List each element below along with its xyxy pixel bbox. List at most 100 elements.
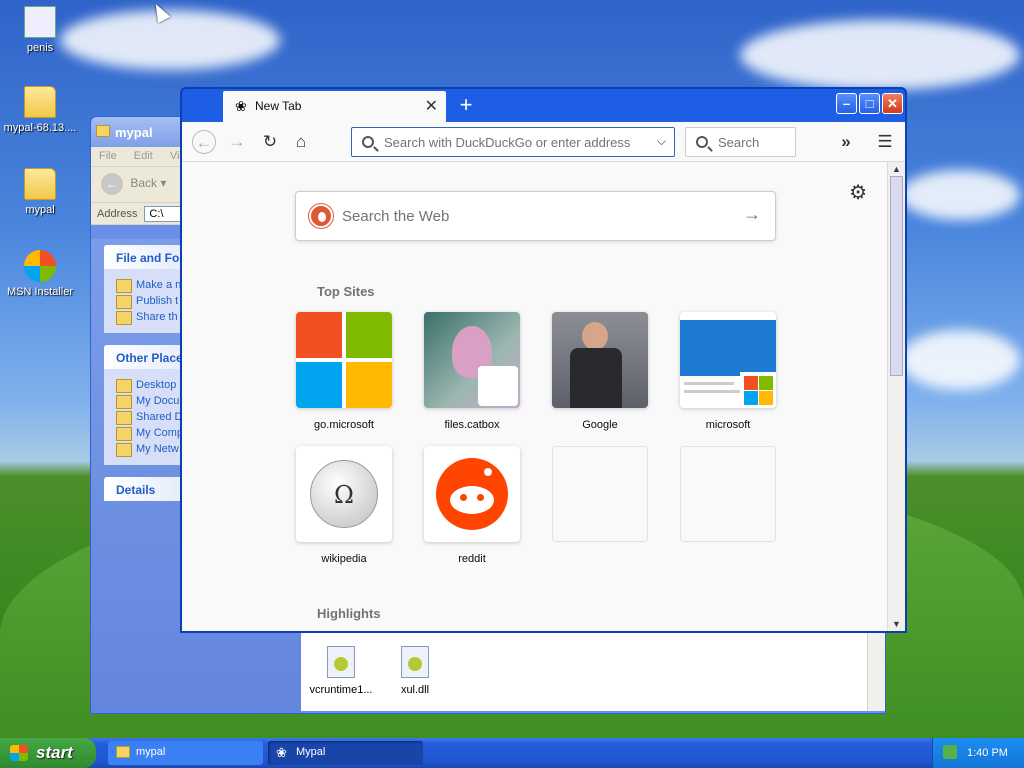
site-label: reddit — [458, 553, 486, 565]
desktop-icon-label: mypal-68.13.... — [3, 122, 77, 134]
empty-thumbnail — [680, 446, 776, 542]
duckduckgo-logo-icon — [309, 204, 333, 228]
taskbar-item-mypal-folder[interactable]: mypal — [108, 741, 263, 765]
wallpaper-cloud — [900, 170, 1020, 220]
scroll-up-icon[interactable]: ▲ — [892, 164, 901, 174]
folder-icon — [96, 125, 110, 137]
close-window-button[interactable]: ✕ — [882, 93, 903, 114]
desktop-icon-mypal-folder[interactable]: mypal — [0, 168, 80, 216]
dll-file-icon — [327, 646, 355, 678]
zip-file-icon — [24, 86, 56, 118]
maximize-button[interactable]: □ — [859, 93, 880, 114]
top-site-placeholder — [552, 446, 648, 542]
microsoft-logo-icon — [740, 372, 776, 408]
top-site-tile[interactable]: files.catbox — [424, 312, 520, 431]
file-name: xul.dll — [400, 684, 430, 696]
highlights-heading: Highlights — [317, 606, 381, 621]
back-arrow-icon[interactable]: ← — [192, 130, 216, 154]
search-input[interactable]: Search — [685, 127, 796, 157]
desktop-icon-penis[interactable]: penis — [0, 6, 80, 54]
url-placeholder: Search with DuckDuckGo or enter address — [384, 135, 631, 150]
top-site-tile[interactable]: microsoft — [680, 312, 776, 431]
mypal-tab-icon: ❀ — [235, 98, 247, 114]
minimize-button[interactable]: – — [836, 93, 857, 114]
site-label: wikipedia — [321, 553, 367, 565]
tab-title: New Tab — [255, 99, 302, 113]
person-head-thumbnail — [582, 322, 608, 350]
folder-icon — [24, 168, 56, 200]
taskbar: start mypal ❀ Mypal 1:40 PM — [0, 738, 1024, 768]
top-site-tile[interactable]: reddit — [424, 446, 520, 565]
forward-arrow-icon[interactable]: → — [225, 130, 249, 154]
wallpaper-cloud — [60, 10, 280, 70]
desktop-icon-label: mypal — [25, 204, 55, 216]
desktop-icon-label: MSN Installer — [6, 286, 74, 298]
overflow-chevron-icon[interactable]: » — [834, 130, 858, 154]
mypal-app-icon: ❀ — [276, 745, 287, 760]
menu-edit[interactable]: Edit — [134, 150, 153, 162]
site-thumbnail: Ω — [296, 446, 392, 542]
browser-window[interactable]: ❀ New Tab ✕ + – □ ✕ ← → ↻ ⌂ Search with … — [180, 87, 907, 633]
microsoft-logo-icon — [296, 312, 392, 408]
taskbar-item-mypal-browser[interactable]: ❀ Mypal — [268, 741, 423, 765]
chevron-down-icon[interactable]: ⌵ — [657, 134, 666, 149]
tab-bar: ❀ New Tab ✕ + – □ ✕ — [182, 89, 905, 122]
explorer-scrollbar[interactable] — [867, 632, 885, 711]
menu-file[interactable]: File — [99, 150, 117, 162]
address-label: Address — [97, 208, 138, 220]
explorer-title: mypal — [115, 125, 153, 140]
gear-icon[interactable]: ⚙ — [849, 180, 867, 205]
search-icon — [362, 136, 374, 148]
top-site-tile[interactable]: Google — [552, 312, 648, 431]
dll-file-icon — [401, 646, 429, 678]
task-label: mypal — [136, 746, 166, 758]
url-bar[interactable]: Search with DuckDuckGo or enter address … — [351, 127, 675, 157]
site-label: files.catbox — [444, 419, 500, 431]
scroll-down-icon[interactable]: ▼ — [892, 619, 901, 629]
empty-thumbnail — [552, 446, 648, 542]
file-item[interactable]: xul.dll — [375, 646, 455, 696]
new-tab-button[interactable]: + — [454, 92, 478, 118]
catbox-favicon-icon — [478, 366, 518, 406]
task-label: Mypal — [296, 746, 326, 758]
clock[interactable]: 1:40 PM — [967, 747, 1008, 759]
new-tab-page: Search the Web → ⚙ Top Sites go.microsof… — [182, 162, 887, 631]
folder-icon — [116, 746, 130, 758]
desktop-icon-msn-installer[interactable]: MSN Installer — [0, 250, 80, 298]
ddg-placeholder: Search the Web — [342, 208, 450, 225]
start-button[interactable]: start — [0, 738, 96, 768]
file-item[interactable]: vcruntime1... — [301, 646, 381, 696]
site-thumbnail — [424, 312, 520, 408]
site-thumbnail — [680, 312, 776, 408]
wallpaper-cloud — [900, 330, 1020, 390]
ddg-search-box[interactable]: Search the Web → — [295, 191, 776, 241]
network-tray-icon[interactable] — [943, 745, 957, 759]
person-body-thumbnail — [570, 348, 622, 408]
desktop-icon-mypal-zip[interactable]: mypal-68.13.... — [0, 86, 80, 134]
search-placeholder: Search — [718, 135, 760, 150]
reload-icon[interactable]: ↻ — [258, 130, 282, 154]
site-thumbnail — [424, 446, 520, 542]
reddit-logo-icon — [436, 458, 508, 530]
top-site-tile[interactable]: Ω wikipedia — [296, 446, 392, 565]
close-tab-icon[interactable]: ✕ — [425, 96, 438, 116]
page-banner-thumbnail — [680, 320, 776, 376]
navigation-toolbar: ← → ↻ ⌂ Search with DuckDuckGo or enter … — [182, 122, 905, 162]
arrow-right-icon[interactable]: → — [743, 204, 761, 225]
site-label: microsoft — [705, 419, 751, 431]
scrollbar-thumb[interactable] — [890, 176, 903, 376]
site-label: Google — [582, 419, 618, 431]
site-label: go.microsoft — [314, 419, 374, 431]
back-arrow-icon: ← — [101, 173, 123, 195]
back-dropdown-icon[interactable]: ▾ — [160, 176, 166, 190]
top-site-placeholder — [680, 446, 776, 542]
top-site-tile[interactable]: go.microsoft — [296, 312, 392, 431]
back-button[interactable]: Back — [130, 176, 157, 190]
msn-installer-icon — [24, 250, 56, 282]
home-icon[interactable]: ⌂ — [289, 130, 313, 154]
hamburger-menu-icon[interactable]: ☰ — [873, 130, 897, 154]
tab-new-tab[interactable]: ❀ New Tab ✕ — [223, 91, 446, 122]
explorer-file-area: vcruntime1... xul.dll — [301, 632, 867, 711]
search-icon — [696, 136, 708, 148]
browser-scrollbar[interactable]: ▲ ▼ — [887, 162, 905, 631]
